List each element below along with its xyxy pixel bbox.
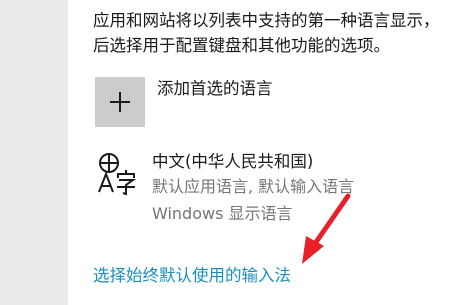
language-detail-1: 默认应用语言, 默认输入语言	[152, 177, 355, 196]
language-glyph-icon	[98, 153, 137, 196]
choose-default-input-method-link[interactable]: 选择始终默认使用的输入法	[93, 264, 291, 288]
description-line-2: 后选择用于配置键盘和其他功能的选项。	[93, 36, 390, 55]
description-line-1: 应用和网站将以列表中支持的第一种语言显示，	[93, 11, 440, 30]
language-list-item[interactable]: 中文(中华人民共和国) 默认应用语言, 默认输入语言 Windows 显示语言	[95, 150, 471, 230]
language-detail-2: Windows 显示语言	[152, 204, 293, 223]
add-language-button[interactable]: 添加首选的语言	[95, 77, 395, 127]
description-text: 应用和网站将以列表中支持的第一种语言显示， 后选择用于配置键盘和其他功能的选项。	[93, 8, 471, 58]
plus-icon	[110, 92, 130, 112]
add-language-label: 添加首选的语言	[157, 79, 273, 98]
left-gutter	[0, 0, 68, 305]
language-name: 中文(中华人民共和国)	[152, 152, 314, 171]
language-settings-page: 应用和网站将以列表中支持的第一种语言显示， 后选择用于配置键盘和其他功能的选项。…	[0, 0, 471, 305]
add-language-tile[interactable]	[95, 77, 145, 127]
